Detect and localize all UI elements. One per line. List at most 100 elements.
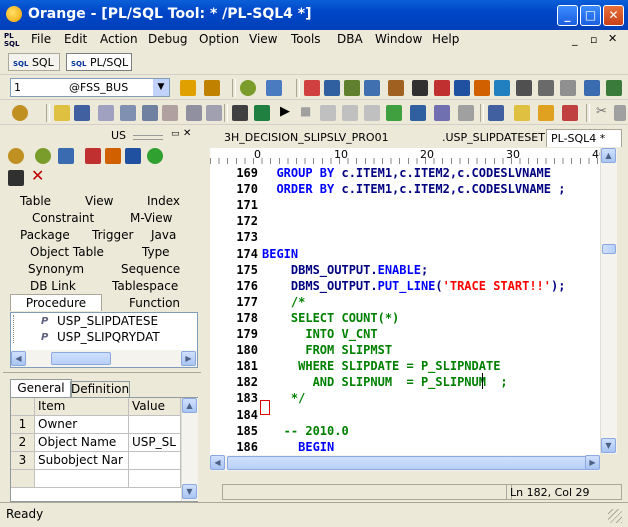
scroll-thumb[interactable] [602,244,616,254]
scroll-down-icon[interactable]: ▼ [601,438,616,453]
paste-icon[interactable] [538,105,554,121]
menu-tools[interactable]: Tools [291,32,321,46]
menu-view[interactable]: View [249,32,277,46]
connection-select[interactable]: 1 @FSS_BUS ▼ [10,78,170,97]
scroll-left-icon[interactable]: ◀ [210,455,225,470]
filter-icon[interactable] [58,148,74,164]
open-folder-icon[interactable] [54,105,70,121]
menu-debug[interactable]: Debug [148,32,187,46]
code-line[interactable]: SELECT COUNT(*) [262,311,399,325]
tab-sequence[interactable]: Sequence [121,261,180,277]
describe-icon[interactable] [125,148,141,164]
menu-edit[interactable]: Edit [64,32,87,46]
list-item[interactable]: USP_SLIPQRYDAT [57,330,160,344]
window-icon[interactable] [488,105,504,121]
calc-icon[interactable] [8,170,24,186]
grid-icon[interactable] [324,80,340,96]
code-line[interactable]: ORDER BY c.ITEM1,c.ITEM2,c.CODESLVNAME ; [262,182,565,196]
menu-window[interactable]: Window [375,32,422,46]
minimize-button[interactable]: _ [557,5,578,26]
plsql-doc-icon[interactable]: PL SQL [4,32,22,48]
sql-file-icon[interactable] [584,80,600,96]
save-icon[interactable] [74,105,90,121]
code-line[interactable]: DBMS_OUTPUT.PUT_LINE('TRACE START!!'); [262,279,566,293]
refresh-icon[interactable] [35,148,51,164]
editor-horizontal-scrollbar[interactable]: ◀ ▶ [210,455,600,471]
maximize-button[interactable]: □ [580,5,601,26]
plsql-doc-tab[interactable]: SQL PL/SQL [66,53,132,71]
code-line[interactable]: BEGIN [262,440,334,454]
link-icon[interactable] [458,105,474,121]
run-icon[interactable]: ▶ [280,104,290,119]
clipboard-icon[interactable] [614,105,626,121]
schema-icon[interactable] [454,80,470,96]
cut-icon[interactable]: ✂ [596,104,607,119]
panel-close-icon[interactable]: ✕ [183,128,191,139]
menu-file[interactable]: File [31,32,51,46]
sort-up-icon[interactable] [180,80,196,96]
connect-icon[interactable] [8,148,24,164]
scroll-right-icon[interactable]: ▶ [585,455,600,470]
code-line[interactable]: INTO V_CNT [262,327,377,341]
code-line[interactable]: /* [262,295,305,309]
grid-icon[interactable] [85,148,101,164]
panel-splitter[interactable] [3,372,201,377]
mdi-minimize-button[interactable]: _ [572,33,578,46]
list-item[interactable]: USP_SLIPDATESE [57,314,158,328]
resize-grip[interactable] [608,509,622,523]
calc-icon[interactable] [232,105,248,121]
mdi-close-button[interactable]: ✕ [608,32,617,45]
print-icon[interactable] [516,80,532,96]
mdi-restore-button[interactable]: ▫ [590,33,597,46]
find-icon[interactable] [120,105,136,121]
new-icon[interactable] [98,105,114,121]
menu-dba[interactable]: DBA [337,32,363,46]
code-line[interactable]: -- 2010.0 [262,424,349,438]
code-line[interactable]: FROM SLIPMST [262,343,392,357]
connect-icon[interactable] [12,105,28,121]
menu-option[interactable]: Option [199,32,239,46]
tab-trigger[interactable]: Trigger [92,227,133,243]
tab-function[interactable]: Function [129,295,180,311]
tab-tablespace[interactable]: Tablespace [112,278,178,294]
vertical-scrollbar[interactable]: ▲ ▼ [181,398,198,501]
mail-icon[interactable] [562,105,578,121]
tab-constraint[interactable]: Constraint [32,210,94,226]
tab-index[interactable]: Index [147,193,180,209]
run-man-icon[interactable] [254,105,270,121]
table-row[interactable]: Subobject Nar [35,452,129,470]
panel-dock-icon[interactable]: ▭ [171,129,180,139]
breakpoint-icon[interactable] [410,105,426,121]
replace-icon[interactable] [142,105,158,121]
tab-plsql4[interactable]: PL-SQL4 * [546,129,622,147]
continue-icon[interactable] [386,105,402,121]
tab-java[interactable]: Java [151,227,176,243]
tab-slipdateset[interactable]: .USP_SLIPDATESET [442,129,554,147]
import-icon[interactable] [494,80,510,96]
note-icon[interactable] [514,105,530,121]
editor-vertical-scrollbar[interactable]: ▲ ▼ [600,148,617,454]
tab-object-table[interactable]: Object Table [30,244,104,260]
tab-table[interactable]: Table [20,193,51,209]
tab-mview[interactable]: M-View [130,210,172,226]
watch-icon[interactable] [434,105,450,121]
horizontal-scrollbar[interactable]: ◀ ▶ [11,350,197,367]
tab-type[interactable]: Type [142,244,170,260]
scroll-up-icon[interactable]: ▲ [601,148,616,163]
code-line[interactable]: GROUP BY c.ITEM1,c.ITEM2,c.CODESLVNAME [262,166,551,180]
close-button[interactable]: ✕ [603,5,624,26]
tab-view[interactable]: View [85,193,113,209]
step-out-icon[interactable] [364,105,380,121]
sql-doc-tab[interactable]: SQL SQL [8,53,60,71]
menu-action[interactable]: Action [100,32,138,46]
outdent-icon[interactable] [206,105,222,121]
export-icon[interactable] [105,148,121,164]
scroll-up-icon[interactable]: ▲ [182,398,197,413]
delete-icon[interactable]: ✕ [31,166,44,185]
indent-icon[interactable] [186,105,202,121]
binoculars-icon[interactable] [147,148,163,164]
tab-db-link[interactable]: DB Link [30,278,76,294]
panel-grip[interactable] [133,135,163,140]
scroll-left-icon[interactable]: ◀ [11,351,26,366]
graph-icon[interactable] [388,80,404,96]
